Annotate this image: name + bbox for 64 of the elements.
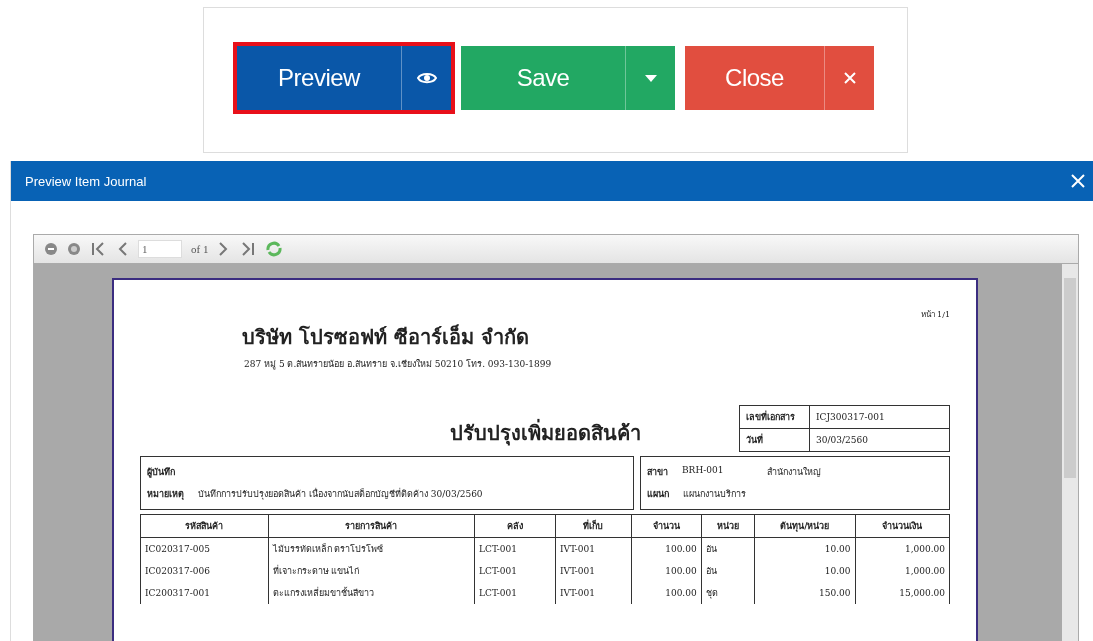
column-header: รายการสินค้า <box>268 514 475 538</box>
table-cell: ตะแกรงเหลี่ยมขาชั้นสีขาว <box>268 582 475 604</box>
department-name: แผนกงานบริการ <box>683 488 746 501</box>
table-cell: 150.00 <box>754 582 855 604</box>
column-header: หน่วย <box>701 514 755 538</box>
company-address: 287 หมู่ 5 ต.สันทรายน้อย อ.สันทราย จ.เชียงใหม่ 50210 โทร. 093-130-1899 <box>244 358 553 371</box>
table-cell: LCT-001 <box>474 582 556 604</box>
department-label: แผนก <box>647 488 669 501</box>
close-button[interactable]: Close <box>685 46 824 110</box>
dialog-title: Preview Item Journal <box>25 173 147 189</box>
close-button[interactable] <box>1071 174 1085 188</box>
report-title: ปรับปรุงเพิ่มยอดสินค้า <box>450 418 642 448</box>
table-cell: ไม้บรรทัดเหล็ก ตราโปรโพซ์ <box>268 537 475 560</box>
company-name: บริษัท โปรซอฟท์ ซีอาร์เอ็ม จำกัด <box>242 323 530 351</box>
note-text: บันทึกการปรับปรุงยอดสินค้า เนื่องจากนับสต็อกบัญชีที่ติดค้าง 30/03/2560 <box>198 487 483 501</box>
table-cell: IC200317-001 <box>140 582 269 604</box>
page-number-field[interactable]: 1 <box>138 240 182 258</box>
refresh-icon[interactable] <box>265 241 284 257</box>
table-cell: 10.00 <box>754 560 855 582</box>
table-cell: IVT-001 <box>555 560 632 582</box>
table-cell: 100.00 <box>631 560 702 582</box>
table-cell: IVT-001 <box>555 582 632 604</box>
first-page-button[interactable] <box>90 241 106 257</box>
table-cell: 100.00 <box>631 582 702 604</box>
last-page-button[interactable] <box>240 241 257 257</box>
table-cell: IC020317-005 <box>140 537 269 560</box>
field-value: ICJ300317-001 <box>809 405 950 429</box>
branch-code: BRH-001 <box>682 465 724 477</box>
branch-name: สำนักงานใหญ่ <box>767 466 822 479</box>
table-cell: 1,000.00 <box>855 537 950 560</box>
table-cell: ชุด <box>701 582 755 604</box>
column-header: คลัง <box>474 514 556 538</box>
field-label: วันที่ <box>739 428 810 452</box>
table-cell: อัน <box>701 560 755 582</box>
note-label: หมายเหตุ <box>147 488 184 501</box>
column-header: รหัสสินค้า <box>140 514 269 538</box>
column-header: จำนวนเงิน <box>855 514 950 538</box>
zoom-out-button[interactable] <box>44 242 58 256</box>
preview-button[interactable]: Preview <box>237 46 401 110</box>
table-cell: 1,000.00 <box>855 560 950 582</box>
close-icon <box>843 72 856 84</box>
table-cell: 10.00 <box>754 537 855 560</box>
table-cell: IVT-001 <box>555 537 632 560</box>
page-number: หน้า 1/1 <box>919 309 950 321</box>
page-count: of 1 <box>191 243 209 255</box>
eye-icon <box>416 71 437 85</box>
column-header: ที่เก็บ <box>555 514 632 538</box>
table-cell: IC020317-006 <box>140 560 269 582</box>
caret-icon <box>644 74 657 82</box>
field-value: 30/03/2560 <box>809 428 950 452</box>
table-cell: ที่เจาะกระดาษ แขนไก่ <box>268 560 475 582</box>
branch-label: สาขา <box>647 466 668 479</box>
table-cell: 15,000.00 <box>855 582 950 604</box>
preview-options-button[interactable] <box>401 46 451 110</box>
scrollbar-thumb[interactable] <box>1064 278 1076 478</box>
column-header: ต้นทุน/หน่วย <box>754 514 855 538</box>
zoom-in-button[interactable] <box>67 242 81 256</box>
column-header: จำนวน <box>631 514 702 538</box>
recorder-label: ผู้บันทึก <box>147 466 176 479</box>
table-cell: 100.00 <box>631 537 702 560</box>
field-label: เลขที่เอกสาร <box>739 405 810 429</box>
table-cell: LCT-001 <box>474 560 556 582</box>
table-cell: LCT-001 <box>474 537 556 560</box>
table-cell: อัน <box>701 537 755 560</box>
